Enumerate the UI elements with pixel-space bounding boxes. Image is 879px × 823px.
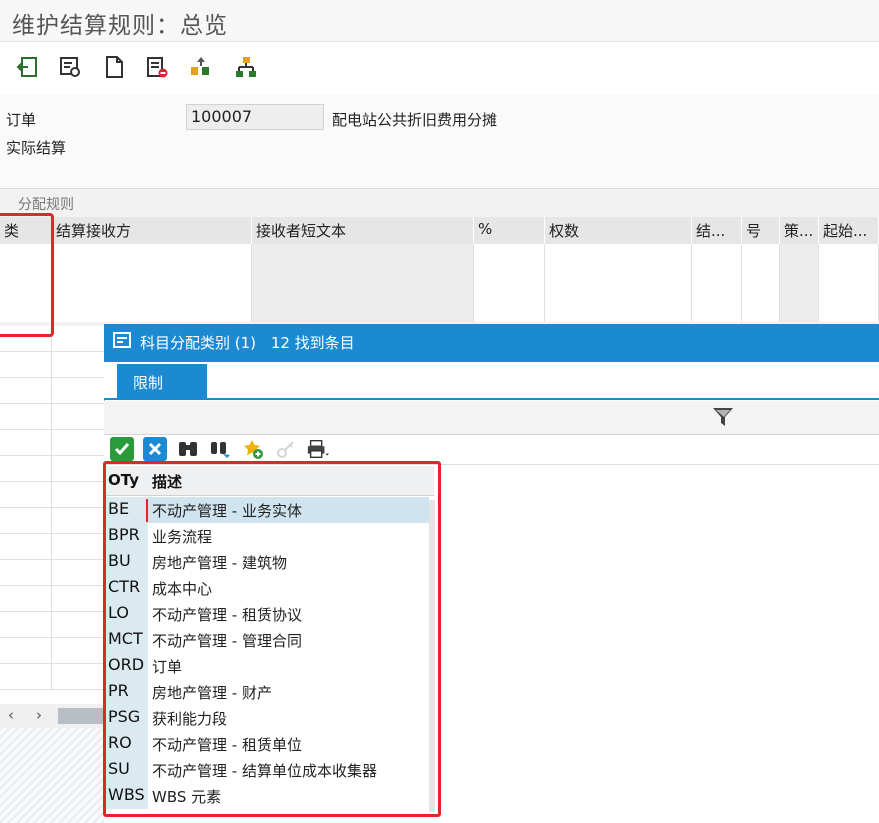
table-cell[interactable]	[474, 244, 545, 270]
confirm-icon[interactable]	[110, 437, 134, 461]
col-header-receiver[interactable]: 结算接收方	[52, 217, 252, 244]
table-row[interactable]	[0, 664, 104, 690]
table-cell[interactable]	[692, 270, 742, 296]
col-header-percent[interactable]: %	[474, 217, 545, 244]
table-cell	[780, 296, 819, 322]
title-bar: 维护结算规则：总览	[0, 0, 879, 42]
highlight-box-category-column	[0, 213, 54, 337]
table-row	[0, 270, 879, 296]
table-cell[interactable]	[742, 244, 780, 270]
filter-icon[interactable]	[711, 406, 735, 428]
settlement-type-label: 实际结算	[6, 139, 67, 157]
col-header-receiver-text[interactable]: 接收者短文本	[252, 217, 474, 244]
cancel-icon[interactable]	[143, 437, 167, 461]
table-row[interactable]	[0, 638, 104, 664]
table-row[interactable]	[0, 352, 104, 378]
table-cell[interactable]	[52, 244, 252, 270]
table-row[interactable]	[0, 378, 104, 404]
table-cell[interactable]	[545, 296, 692, 322]
table-cell	[252, 296, 474, 322]
table-row[interactable]	[0, 534, 104, 560]
scroll-left-icon[interactable]: ‹	[8, 706, 14, 724]
dialog-tab-strip	[104, 362, 879, 400]
table-cell[interactable]	[52, 296, 252, 322]
find-next-icon[interactable]	[208, 437, 232, 461]
table-row[interactable]	[0, 586, 104, 612]
horizontal-scrollbar[interactable]: ‹ ›	[0, 704, 104, 728]
table-rows-left	[0, 326, 104, 706]
empty-area	[0, 728, 104, 823]
table-cell	[252, 270, 474, 296]
table-cell[interactable]	[692, 296, 742, 322]
dialog-icon	[113, 332, 133, 350]
col-header-from[interactable]: 起始...	[819, 217, 879, 244]
tab-restrictions[interactable]: 限制	[117, 364, 207, 398]
dialog-entry-count: 12 找到条目	[270, 334, 355, 352]
scroll-thumb[interactable]	[58, 708, 104, 724]
table-cell[interactable]	[474, 270, 545, 296]
table-row[interactable]	[0, 430, 104, 456]
dialog-title: 科目分配类别 (1) 12 找到条目	[140, 332, 355, 353]
scroll-right-icon[interactable]: ›	[36, 706, 42, 724]
details-icon[interactable]	[56, 53, 84, 81]
table-row[interactable]	[0, 612, 104, 638]
col-header-number[interactable]: 号	[742, 217, 780, 244]
key-icon[interactable]	[274, 437, 298, 461]
table-row[interactable]	[0, 404, 104, 430]
table-row[interactable]	[0, 560, 104, 586]
page-title: 维护结算规则：总览	[12, 13, 228, 39]
table-cell[interactable]	[819, 270, 879, 296]
add-favorite-icon[interactable]	[241, 437, 265, 461]
table-row[interactable]	[0, 482, 104, 508]
main-toolbar	[0, 43, 879, 95]
table-cell[interactable]	[474, 296, 545, 322]
table-row	[0, 296, 879, 322]
table-cell	[780, 244, 819, 270]
table-cell[interactable]	[742, 270, 780, 296]
delete-row-icon[interactable]	[143, 53, 171, 81]
table-row[interactable]	[0, 456, 104, 482]
table-cell[interactable]	[545, 244, 692, 270]
table-cell	[780, 270, 819, 296]
find-icon[interactable]	[176, 437, 200, 461]
order-label: 订单	[6, 111, 37, 129]
dialog-title-text: 科目分配类别 (1)	[140, 334, 257, 352]
hierarchy-up-icon[interactable]	[187, 53, 215, 81]
table-row	[0, 244, 879, 270]
table-cell[interactable]	[692, 244, 742, 270]
order-description: 配电站公共折旧费用分摊	[332, 111, 498, 129]
back-exit-icon[interactable]	[14, 53, 42, 81]
table-cell	[252, 244, 474, 270]
rules-section-title: 分配规则	[18, 197, 74, 213]
col-header-strategy[interactable]: 策...	[780, 217, 819, 244]
highlight-box-result-list	[103, 461, 441, 817]
new-document-icon[interactable]	[100, 53, 128, 81]
hierarchy-icon[interactable]	[232, 53, 260, 81]
table-cell[interactable]	[819, 244, 879, 270]
table-cell[interactable]	[819, 296, 879, 322]
print-icon[interactable]	[306, 437, 330, 461]
filter-bar	[104, 401, 879, 435]
order-field[interactable]: 100007	[186, 104, 324, 130]
col-header-settlement[interactable]: 结...	[692, 217, 742, 244]
table-cell[interactable]	[742, 296, 780, 322]
table-row[interactable]	[0, 508, 104, 534]
table-cell[interactable]	[52, 270, 252, 296]
table-cell[interactable]	[545, 270, 692, 296]
col-header-weight[interactable]: 权数	[545, 217, 692, 244]
